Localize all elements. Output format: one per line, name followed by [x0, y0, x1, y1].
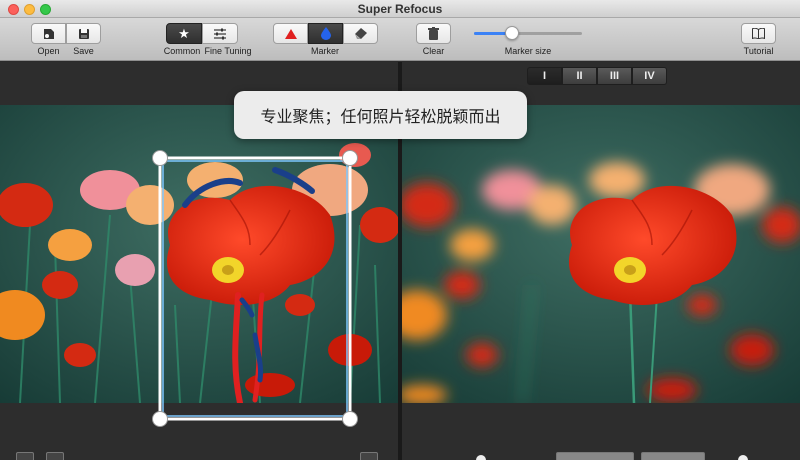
selection-handle-top-right[interactable] [342, 150, 358, 166]
blue-drop-icon [320, 27, 331, 40]
open-button[interactable] [31, 23, 66, 44]
window-title: Super Refocus [357, 2, 443, 16]
view-tab-i[interactable]: I [527, 67, 562, 85]
promo-banner: 专业聚焦；任何照片轻松脱颖而出 [234, 91, 527, 139]
refocused-photo[interactable] [402, 105, 800, 403]
red-triangle-icon [284, 28, 297, 39]
tutorial-label: Tutorial [743, 46, 774, 56]
selection-handle-bottom-left[interactable] [152, 411, 168, 427]
open-label: Open [37, 46, 60, 56]
bottom-slider-knob[interactable] [476, 455, 486, 460]
bottom-slider-knob-2[interactable] [738, 455, 748, 460]
fine-tuning-label: Fine Tuning [204, 46, 252, 56]
tutorial-button[interactable] [741, 23, 776, 44]
title-bar: Super Refocus [0, 0, 800, 18]
common-label: Common [163, 46, 201, 56]
eraser-icon [355, 28, 367, 39]
clear-button[interactable] [416, 23, 451, 44]
view-tab-iv[interactable]: IV [632, 67, 667, 85]
red-marker-button[interactable] [273, 23, 308, 44]
view-tab-ii[interactable]: II [562, 67, 597, 85]
compare-view-button[interactable] [46, 452, 64, 460]
blue-marker-button[interactable] [308, 23, 343, 44]
marker-size-label: Marker size [504, 46, 552, 56]
fit-view-button[interactable] [16, 452, 34, 460]
sliders-icon [214, 28, 226, 39]
trash-icon [428, 27, 439, 40]
view-mode-tabs: I II III IV [527, 67, 667, 85]
star-icon: ★ [178, 25, 190, 41]
refocused-poppy-photo [402, 105, 800, 403]
option-dropdown-2[interactable] [641, 452, 705, 460]
save-label: Save [73, 46, 94, 56]
view-tab-iii[interactable]: III [597, 67, 632, 85]
fine-tuning-mode-button[interactable] [202, 23, 238, 44]
eraser-button[interactable] [343, 23, 378, 44]
book-icon [752, 28, 765, 39]
info-button[interactable] [360, 452, 378, 460]
open-file-icon [43, 28, 54, 39]
common-mode-button[interactable]: ★ [166, 23, 202, 44]
selection-handle-bottom-right[interactable] [342, 411, 358, 427]
clear-label: Clear [422, 46, 445, 56]
toolbar: Open Save ★ Common Fine Tuning Marker Cl… [0, 18, 800, 61]
floppy-disk-icon [78, 28, 89, 39]
marker-size-slider-knob[interactable] [504, 26, 519, 40]
selection-handle-top-left[interactable] [152, 150, 168, 166]
option-dropdown-1[interactable] [556, 452, 634, 460]
marker-label: Marker [310, 46, 339, 56]
save-button[interactable] [66, 23, 101, 44]
